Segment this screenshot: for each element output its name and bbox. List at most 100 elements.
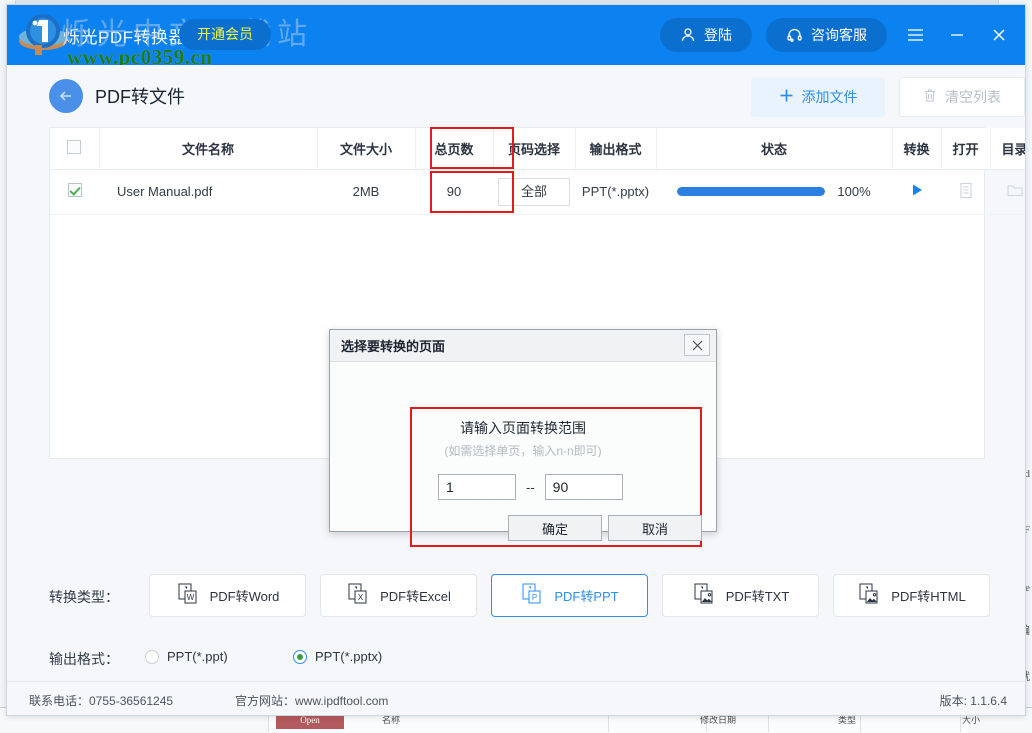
output-format-label: 输出格式： [49, 651, 119, 667]
type-button-html[interactable]: PDF转HTML [833, 574, 990, 617]
type-button-ppt[interactable]: P PDF转PPT [491, 574, 648, 617]
login-button[interactable]: 登陆 [660, 18, 752, 52]
menu-button[interactable] [901, 21, 929, 49]
main-content: PDF转文件 添加文件 清空列表 文件名称 文件大小 总页数 页码选择 输出格式… [7, 65, 1025, 715]
title-bar: 烁光PDF转换器 烁光中文下载站 www.pc0359.cn 开通会员 登陆 [7, 5, 1025, 69]
plus-icon [779, 88, 794, 106]
dialog-buttons: 确定 取消 [508, 515, 702, 541]
cell-output-format: PPT(*.pptx) [575, 169, 656, 215]
select-all-checkbox[interactable] [67, 139, 82, 154]
cell-filename: User Manual.pdf [99, 169, 317, 215]
headset-icon [786, 27, 803, 43]
range-separator: -- [526, 479, 535, 495]
back-button[interactable] [49, 79, 83, 113]
col-totalpages: 总页数 [415, 128, 494, 170]
dialog-close-button[interactable] [684, 334, 710, 356]
col-filesize: 文件大小 [317, 128, 416, 170]
upgrade-membership-button[interactable]: 开通会员 [179, 19, 271, 50]
login-label: 登陆 [704, 27, 732, 43]
minimize-button[interactable] [943, 21, 971, 49]
footer-phone: 联系电话：0755-36561245 [29, 694, 174, 708]
type-label-word: PDF转Word [209, 589, 280, 604]
page-title: PDF转文件 [95, 87, 185, 107]
page-range-dialog: 选择要转换的页面 请输入页面转换范围 (如需选择单页，输入n-n即可) -- [329, 329, 717, 547]
titlebar-actions: 登陆 咨询客服 [660, 5, 1013, 65]
cell-totalpages: 90 [415, 169, 493, 215]
add-file-button[interactable]: 添加文件 [751, 77, 885, 117]
conversion-type-label: 转换类型： [49, 589, 119, 605]
dialog-body: 请输入页面转换范围 (如需选择单页，输入n-n即可) -- 确定 取消 [330, 362, 716, 547]
folder-icon[interactable] [1006, 183, 1024, 198]
user-icon [680, 27, 696, 43]
radio-pptx-indicator[interactable] [293, 649, 307, 664]
range-from-input[interactable] [438, 474, 516, 500]
type-button-txt[interactable]: PDF转TXT [662, 574, 819, 617]
file-excel-icon: X [346, 582, 370, 609]
progress-percent: 100% [837, 184, 871, 199]
cell-page-selection: 全部 [493, 169, 575, 215]
radio-pptx-label: PPT(*.pptx) [315, 649, 383, 664]
file-image-icon [692, 582, 716, 609]
close-button[interactable] [985, 21, 1013, 49]
type-label-excel: PDF转Excel [380, 589, 451, 604]
table-header-row: 文件名称 文件大小 总页数 页码选择 输出格式 状态 转换 打开 目录 移除 [50, 128, 1025, 170]
add-file-label: 添加文件 [801, 89, 858, 105]
footer-version: 版本: 1.1.6.4 [939, 694, 1007, 708]
clear-list-label: 清空列表 [945, 89, 1001, 105]
cell-convert [892, 169, 941, 215]
file-image-icon [857, 582, 881, 609]
trash-icon [923, 88, 937, 106]
col-open: 打开 [941, 128, 991, 170]
file-ppt-icon: P [520, 582, 544, 609]
col-filename: 文件名称 [99, 128, 318, 170]
col-convert: 转换 [892, 128, 942, 170]
col-directory: 目录 [990, 128, 1025, 170]
cell-open [941, 169, 990, 215]
footer-bar: 联系电话：0755-36561245 官方网站：www.ipdftool.com… [7, 681, 1025, 715]
play-icon[interactable] [909, 182, 925, 198]
col-page-selection: 页码选择 [493, 128, 576, 170]
svg-text:X: X [358, 593, 364, 602]
row-select-cell [50, 169, 99, 215]
type-label-ppt: PDF转PPT [554, 589, 619, 604]
col-select [50, 128, 100, 170]
confirm-button[interactable]: 确定 [508, 515, 602, 541]
radio-ppt-label: PPT(*.ppt) [167, 649, 228, 664]
range-to-input[interactable] [544, 474, 623, 500]
radio-pptx[interactable]: PPT(*.pptx) [293, 649, 382, 664]
type-label-txt: PDF转TXT [725, 589, 790, 604]
type-button-word[interactable]: W PDF转Word [149, 574, 306, 617]
radio-ppt[interactable]: PPT(*.ppt) [145, 649, 228, 664]
page-header: PDF转文件 添加文件 清空列表 [7, 65, 1025, 125]
progress-bar [677, 187, 826, 196]
cancel-button[interactable]: 取消 [608, 515, 702, 541]
col-status: 状态 [656, 128, 893, 170]
app-title: 烁光PDF转换器 [63, 28, 186, 47]
cell-status: 100% [656, 169, 892, 215]
type-label-html: PDF转HTML [891, 589, 966, 604]
cell-filesize: 2MB [317, 169, 415, 215]
application-window: 烁光PDF转换器 烁光中文下载站 www.pc0359.cn 开通会员 登陆 [6, 4, 1026, 716]
row-checkbox[interactable] [67, 183, 82, 197]
progress-bar-fill [677, 187, 826, 196]
svg-text:P: P [532, 593, 537, 602]
table-row[interactable]: User Manual.pdf 2MB 90 全部 PPT(*.pptx) 10… [50, 169, 1025, 215]
footer-website: 官方网站：www.ipdftool.com [235, 694, 389, 708]
cell-directory [990, 169, 1025, 215]
type-button-excel[interactable]: X PDF转Excel [320, 574, 477, 617]
file-word-icon: W [176, 582, 200, 609]
col-output-format: 输出格式 [575, 128, 657, 170]
dialog-title-bar: 选择要转换的页面 [330, 330, 716, 362]
dialog-hint: (如需选择单页，输入n-n即可) [444, 444, 602, 458]
dialog-title: 选择要转换的页面 [341, 339, 446, 354]
document-icon[interactable] [958, 182, 974, 199]
svg-text:W: W [186, 593, 194, 602]
customer-support-button[interactable]: 咨询客服 [766, 18, 887, 52]
customer-support-label: 咨询客服 [811, 27, 867, 43]
clear-list-button[interactable]: 清空列表 [899, 77, 1025, 117]
file-table: 文件名称 文件大小 总页数 页码选择 输出格式 状态 转换 打开 目录 移除 [50, 128, 1025, 215]
page-selection-button[interactable]: 全部 [498, 177, 570, 206]
dialog-prompt: 请输入页面转换范围 [460, 420, 586, 436]
radio-ppt-indicator[interactable] [145, 649, 159, 664]
page-range-row: -- [438, 474, 623, 500]
